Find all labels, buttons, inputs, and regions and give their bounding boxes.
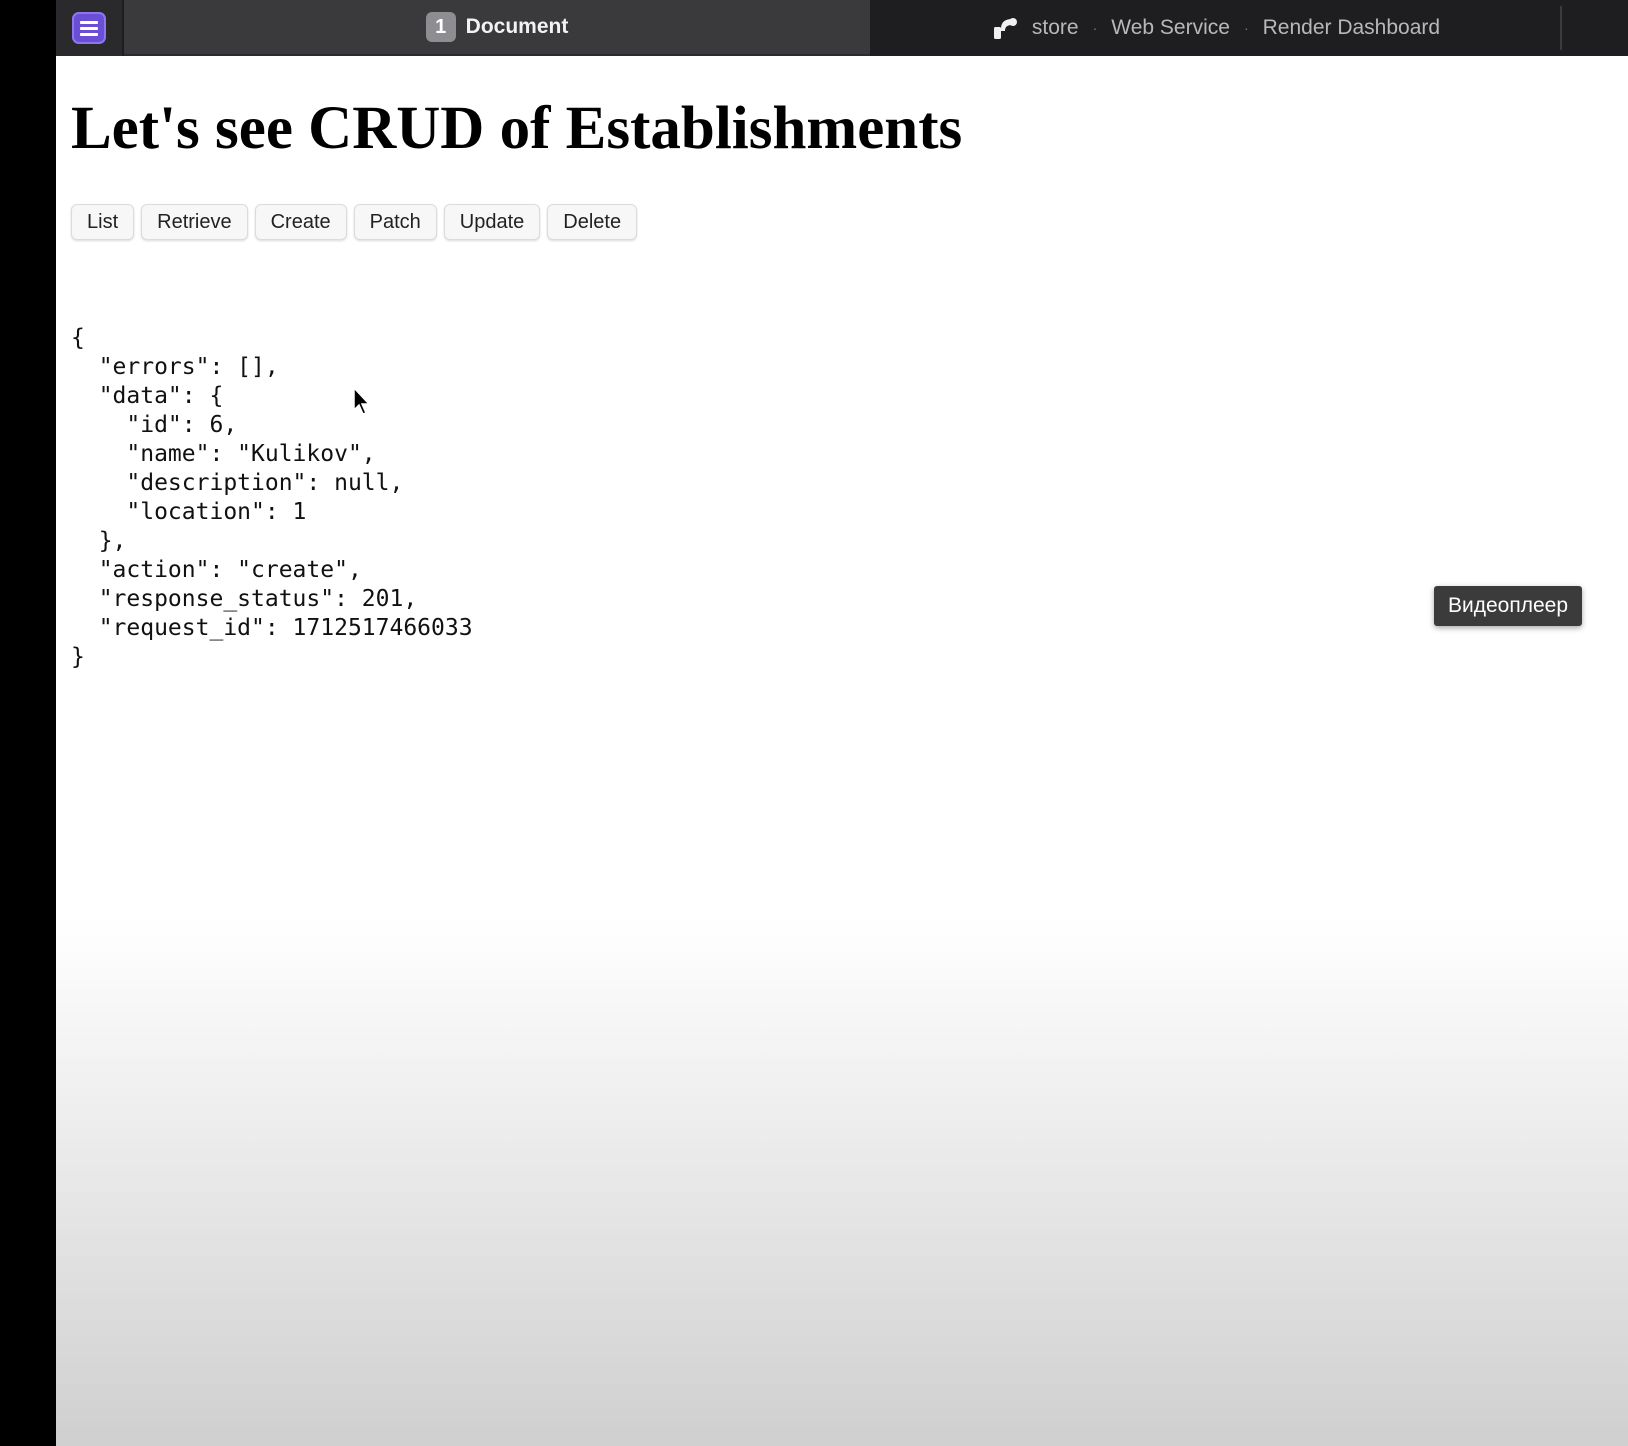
patch-button[interactable]: Patch [353,204,437,240]
separator-dot: · [1092,20,1098,36]
tab-document[interactable]: 1 Document [124,0,870,56]
json-line: "response_status": 201, [71,586,418,612]
crud-button-group: List Retrieve Create Patch Update Delete [71,204,638,240]
tab-part-web-service: Web Service [1111,16,1230,39]
video-player-tooltip: Видеоплеер [1434,586,1583,626]
delete-button[interactable]: Delete [547,204,638,240]
json-line: "name": "Kulikov", [71,441,376,467]
page-content: Let's see CRUD of Establishments List Re… [56,56,1628,1446]
tab-number-badge: 1 [425,12,456,42]
tab-part-render-dashboard: Render Dashboard [1262,16,1441,39]
json-line: "errors": [], [71,354,279,380]
json-line: "request_id": 1712517466033 [71,615,473,641]
json-line: "location": 1 [71,499,307,525]
json-line: { [71,325,85,351]
tab-part-store: store [1031,16,1079,39]
json-line: }, [71,528,127,554]
render-logo-icon [993,18,1017,39]
tab-bar: 1 Document store · Web Service · Render … [56,0,1628,56]
list-icon[interactable] [72,12,106,44]
mouse-pointer-icon [353,386,371,415]
create-button[interactable]: Create [254,204,347,240]
json-line: "action": "create", [71,557,362,583]
tab-divider [1560,6,1562,50]
tab-title: Document [465,15,569,38]
separator-dot: · [1243,20,1249,36]
tab-render-dashboard[interactable]: store · Web Service · Render Dashboard [872,0,1560,56]
list-button[interactable]: List [71,204,135,240]
json-response-output: { "errors": [], "data": { "id": 6, "name… [71,324,473,672]
json-line: "data": { [71,383,224,409]
json-line: "id": 6, [71,412,238,438]
sidebar-toggle[interactable] [56,0,122,56]
retrieve-button[interactable]: Retrieve [141,204,248,240]
update-button[interactable]: Update [443,204,541,240]
left-black-strip [0,0,56,1446]
json-line: } [71,644,85,670]
json-line: "description": null, [71,470,404,496]
page-title: Let's see CRUD of Establishments [71,95,963,162]
